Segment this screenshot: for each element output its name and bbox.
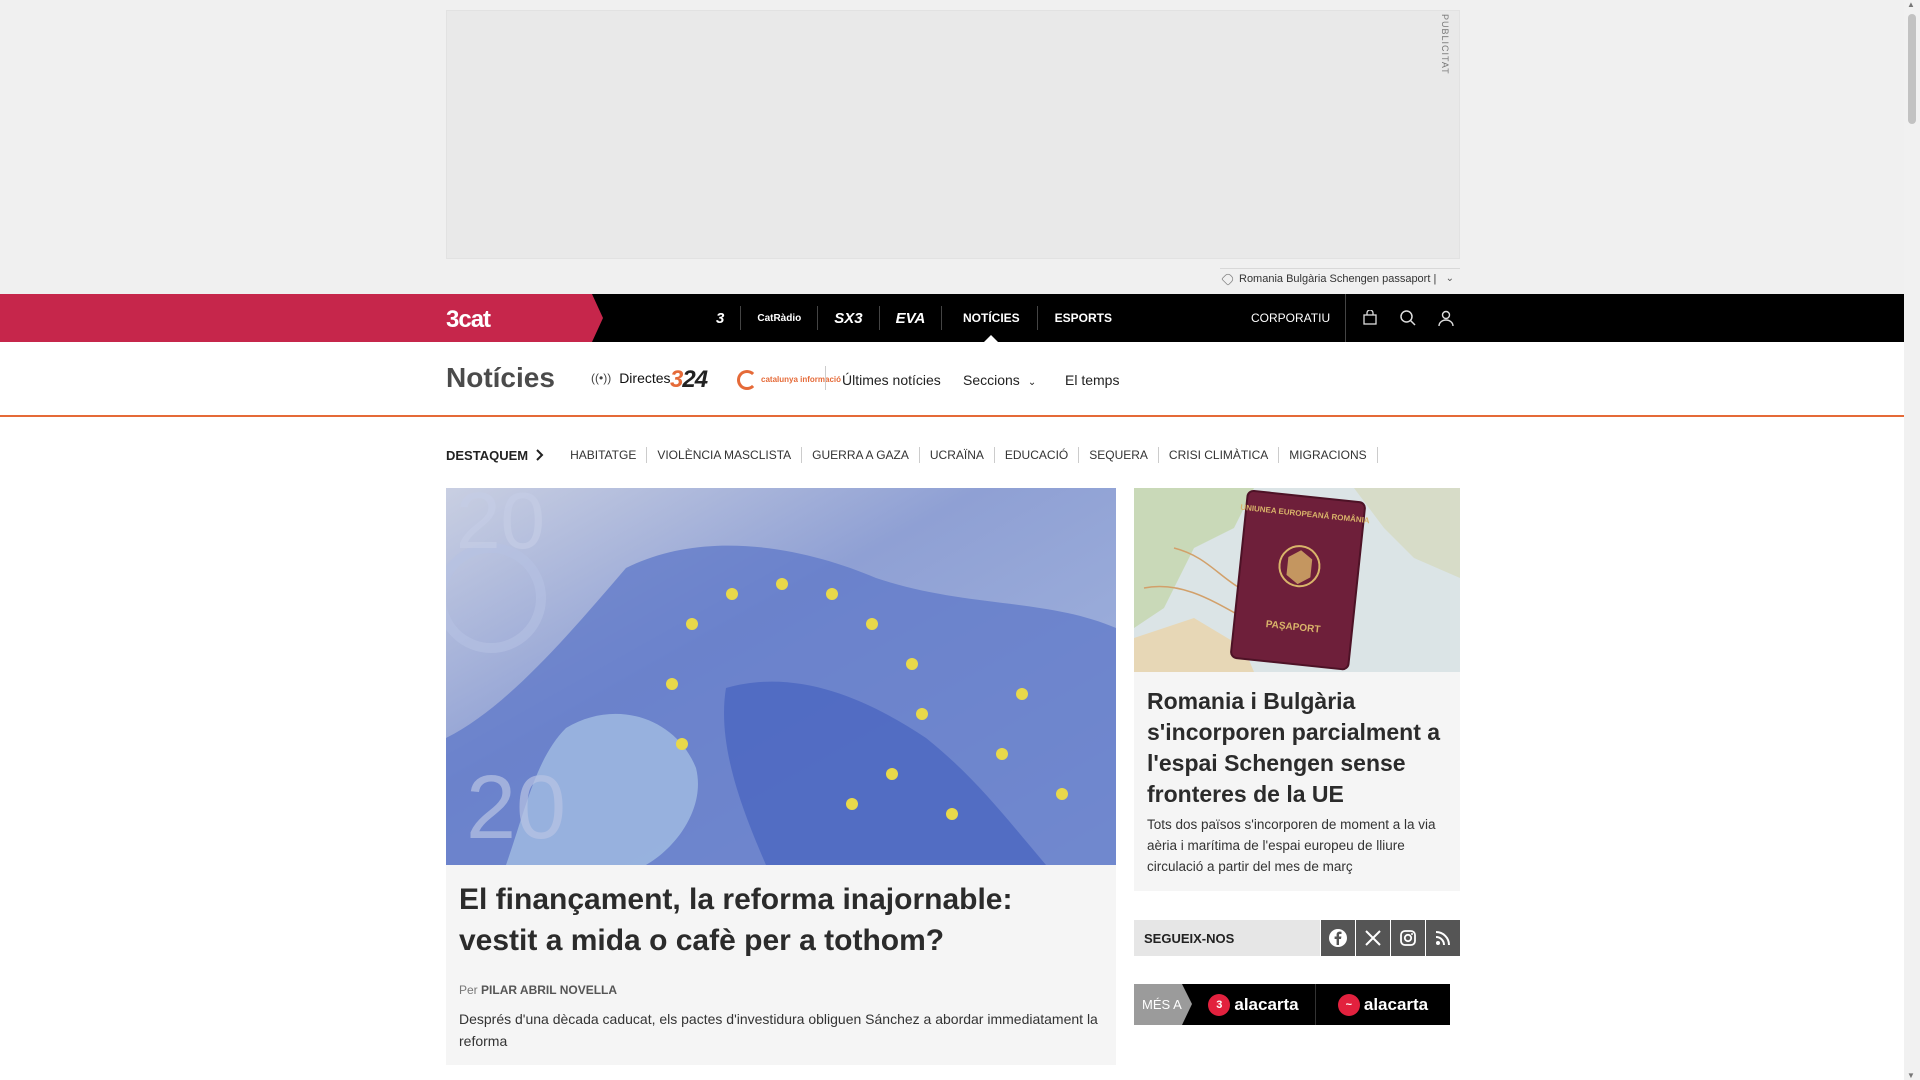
tag-crisi-climatica[interactable]: CRISI CLIMÀTICA xyxy=(1159,447,1280,463)
shop-bag-icon[interactable] xyxy=(1360,308,1380,328)
side-article-card[interactable]: UNIUNEA EUROPEANĂ ROMÂNIA PAȘAPORT Roman… xyxy=(1134,488,1460,891)
side-article-summary: Tots dos països s'incorporen de moment a… xyxy=(1147,817,1436,874)
main-article-summary: Després d'una dècada caducat, els pactes… xyxy=(459,1011,1098,1049)
tag-educacio[interactable]: EDUCACIÓ xyxy=(995,447,1080,463)
nav-noticies[interactable]: NOTÍCIES xyxy=(946,294,1037,342)
catinfo-text: catalunya informació xyxy=(761,375,842,384)
side-article-title[interactable]: Romania i Bulgària s'incorporen parcialm… xyxy=(1147,686,1447,810)
destaquem-label: DESTAQUEM xyxy=(446,448,544,463)
directes-label: Directes xyxy=(619,370,671,386)
el-temps-link[interactable]: El temps xyxy=(1065,372,1119,388)
scrollbar[interactable]: ▲ ▼ xyxy=(1904,0,1920,1080)
alacarta-bar: MÉS A 3 alacarta ~ alacarta xyxy=(1134,984,1460,1025)
ultimes-noticies-link[interactable]: Últimes notícies xyxy=(842,372,941,388)
tag-violencia-masclista[interactable]: VIOLÈNCIA MASCLISTA xyxy=(647,447,803,463)
follow-us-bar: SEGUEIX-NOS xyxy=(1134,920,1460,956)
mes-a-label: MÉS A xyxy=(1134,984,1192,1025)
facebook-icon[interactable] xyxy=(1321,920,1356,956)
instagram-icon[interactable] xyxy=(1391,920,1426,956)
tag-habitatge[interactable]: HABITATGE xyxy=(560,447,648,463)
top-icons xyxy=(1345,294,1456,342)
chevron-down-icon: ⌄ xyxy=(1445,273,1454,284)
main-article-title[interactable]: El finançament, la reforma inajornable: … xyxy=(459,879,1099,961)
tv3-alacarta-button[interactable]: 3 alacarta xyxy=(1182,984,1315,1025)
top-navigation: 3cat 3 CatRàdio SX3 EVA NOTÍCIES ESPORTS… xyxy=(0,294,1904,342)
tag-sequera[interactable]: SEQUERA xyxy=(1079,447,1159,463)
user-icon[interactable] xyxy=(1436,308,1456,328)
main-article-byline: Per PILAR ABRIL NOVELLA xyxy=(459,983,617,997)
byline-author[interactable]: PILAR ABRIL NOVELLA xyxy=(481,983,617,997)
main-article-image[interactable]: 20 20 xyxy=(446,488,1116,865)
svg-text:20: 20 xyxy=(456,488,545,565)
tv3-alacarta-label: alacarta xyxy=(1234,994,1299,1014)
section-header: Notícies ((•)) Directes 324 catalunya in… xyxy=(0,342,1904,417)
brand-nav: 3 CatRàdio SX3 EVA xyxy=(700,294,943,342)
section-divider xyxy=(825,366,826,390)
main-article-card[interactable]: 20 20 El finançament, la reforma inajorn… xyxy=(446,488,1116,1065)
chevron-right-icon xyxy=(536,449,544,461)
side-article-image[interactable]: UNIUNEA EUROPEANĂ ROMÂNIA PAȘAPORT xyxy=(1134,488,1460,672)
scroll-up-icon[interactable]: ▲ xyxy=(1907,0,1915,9)
ad-label: PUBLICITAT xyxy=(1440,14,1450,75)
svg-text:20: 20 xyxy=(466,758,566,858)
nav-esports[interactable]: ESPORTS xyxy=(1038,294,1129,342)
seccions-dropdown[interactable]: Seccions ⌄ xyxy=(963,372,1036,388)
tag-ucraina[interactable]: UCRAÏNA xyxy=(920,447,995,463)
catinfo-mark-icon xyxy=(737,370,757,390)
scroll-thumb[interactable] xyxy=(1908,14,1916,124)
tag-icon xyxy=(1221,271,1235,286)
chevron-down-icon: ⌄ xyxy=(1027,377,1037,388)
topics-row: DESTAQUEM HABITATGE VIOLÈNCIA MASCLISTA … xyxy=(446,445,1378,465)
destaquem-text: DESTAQUEM xyxy=(446,447,529,463)
corporatiu-link[interactable]: CORPORATIU xyxy=(1251,294,1330,342)
search-icon[interactable] xyxy=(1398,308,1418,328)
tv3-logo-icon: 3 xyxy=(1208,993,1231,1016)
catradio-alacarta-button[interactable]: ~ alacarta xyxy=(1315,984,1450,1025)
brand-catradio[interactable]: CatRàdio xyxy=(741,306,819,330)
324-logo[interactable]: 324 xyxy=(670,366,708,394)
catradio-logo-icon: ~ xyxy=(1337,993,1360,1016)
main-nav: NOTÍCIES ESPORTS xyxy=(946,294,1129,342)
brand-sx3[interactable]: SX3 xyxy=(818,306,880,330)
follow-us-label: SEGUEIX-NOS xyxy=(1134,920,1321,956)
advertising-area: PUBLICITAT Romania Bulgària Schengen pas… xyxy=(0,0,1904,294)
x-icon[interactable] xyxy=(1356,920,1391,956)
brand-eva[interactable]: EVA xyxy=(880,306,943,330)
rss-icon[interactable] xyxy=(1426,920,1460,956)
brand-band xyxy=(0,294,603,342)
topic-tag[interactable]: Romania Bulgària Schengen passaport | ⌄ xyxy=(1220,268,1460,288)
ad-banner[interactable] xyxy=(446,10,1460,259)
brand-tv3[interactable]: 3 xyxy=(700,306,742,330)
3cat-logo[interactable]: 3cat xyxy=(446,306,491,334)
tag-migracions[interactable]: MIGRACIONS xyxy=(1279,447,1378,463)
catradio-alacarta-label: alacarta xyxy=(1363,994,1429,1014)
seccions-label: Seccions xyxy=(963,372,1020,388)
tag-guerra-gaza[interactable]: GUERRA A GAZA xyxy=(802,447,920,463)
live-broadcast-icon: ((•)) xyxy=(591,371,612,385)
scroll-down-icon[interactable]: ▼ xyxy=(1907,1071,1915,1080)
section-title[interactable]: Notícies xyxy=(446,362,555,394)
byline-prefix: Per xyxy=(459,983,478,997)
topic-tag-text: Romania Bulgària Schengen passaport | xyxy=(1239,272,1437,285)
directes-link[interactable]: ((•)) Directes xyxy=(591,370,671,386)
